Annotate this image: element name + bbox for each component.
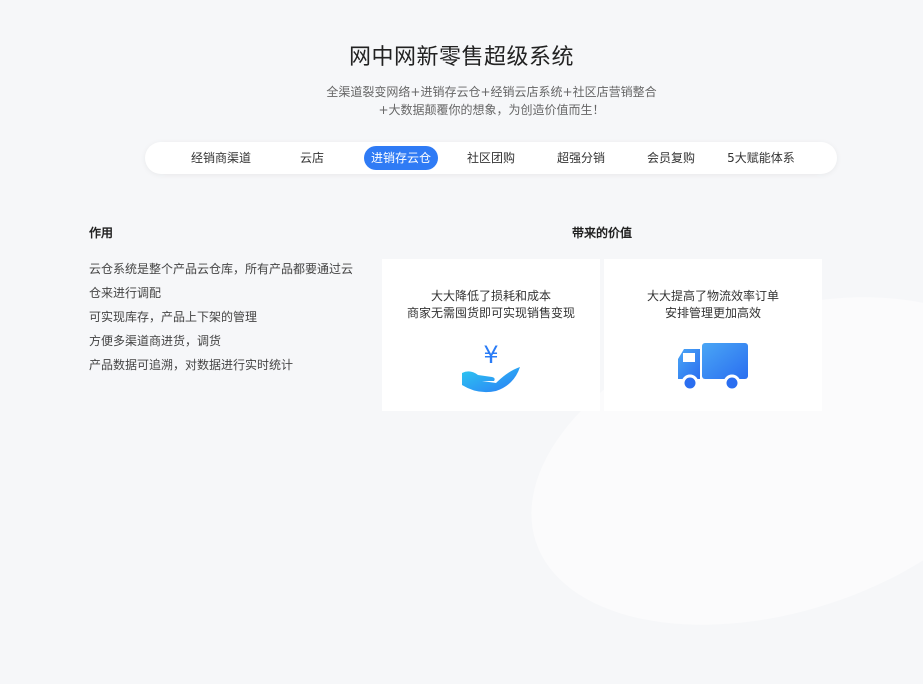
description-line: 云仓系统是整个产品云仓库，所有产品都要通过云 bbox=[89, 262, 354, 276]
tab-community-group-buy[interactable]: 社区团购 bbox=[457, 146, 525, 170]
tab-inventory-cloud-warehouse[interactable]: 进销存云仓 bbox=[364, 146, 438, 170]
subtitle-line-1: 全渠道裂变网络+进销存云仓+经销云店系统+社区店营销整合 bbox=[326, 85, 657, 99]
page-title: 网中网新零售超级系统 bbox=[348, 45, 574, 70]
description-line: 方便多渠道商进货，调货 bbox=[89, 334, 222, 348]
value-card-logistics: 大大提高了物流效率订单 安排管理更加高效 bbox=[604, 259, 822, 411]
tab-super-distribution[interactable]: 超强分销 bbox=[547, 146, 615, 170]
tab-five-empowerment[interactable]: 5大赋能体系 bbox=[719, 146, 803, 170]
truck-icon bbox=[678, 343, 748, 392]
subtitle-line-2: +大数据颠覆你的想象，为创造价值而生！ bbox=[378, 103, 605, 117]
description-line: 仓来进行调配 bbox=[89, 286, 162, 300]
card-line: 安排管理更加高效 bbox=[664, 306, 761, 320]
tab-cloud-store[interactable]: 云店 bbox=[290, 146, 334, 170]
function-heading: 作用 bbox=[89, 226, 114, 240]
card-line: 大大提高了物流效率订单 bbox=[646, 289, 779, 303]
tab-member-repurchase[interactable]: 会员复购 bbox=[637, 146, 705, 170]
card-line: 商家无需囤货即可实现销售变现 bbox=[406, 306, 575, 320]
page-subtitle: 全渠道裂变网络+进销存云仓+经销云店系统+社区店营销整合 +大数据颠覆你的想象，… bbox=[0, 83, 923, 119]
tab-distributor-channel[interactable]: 经销商渠道 bbox=[177, 146, 265, 170]
card-text: 大大提高了物流效率订单 安排管理更加高效 bbox=[604, 288, 822, 322]
yuan-hand-icon: ¥ bbox=[462, 341, 520, 393]
value-card-cost: 大大降低了损耗和成本 商家无需囤货即可实现销售变现 ¥ bbox=[382, 259, 600, 411]
feature-tab-bar: 经销商渠道 云店 进销存云仓 社区团购 超强分销 会员复购 5大赋能体系 bbox=[145, 142, 837, 174]
svg-text:¥: ¥ bbox=[483, 341, 498, 369]
value-heading: 带来的价值 bbox=[572, 226, 633, 240]
card-line: 大大降低了损耗和成本 bbox=[430, 289, 551, 303]
function-description: 云仓系统是整个产品云仓库，所有产品都要通过云 仓来进行调配 可实现库存，产品上下… bbox=[89, 257, 364, 377]
description-line: 产品数据可追溯，对数据进行实时统计 bbox=[89, 358, 294, 372]
card-text: 大大降低了损耗和成本 商家无需囤货即可实现销售变现 bbox=[382, 288, 600, 322]
description-line: 可实现库存，产品上下架的管理 bbox=[89, 310, 258, 324]
